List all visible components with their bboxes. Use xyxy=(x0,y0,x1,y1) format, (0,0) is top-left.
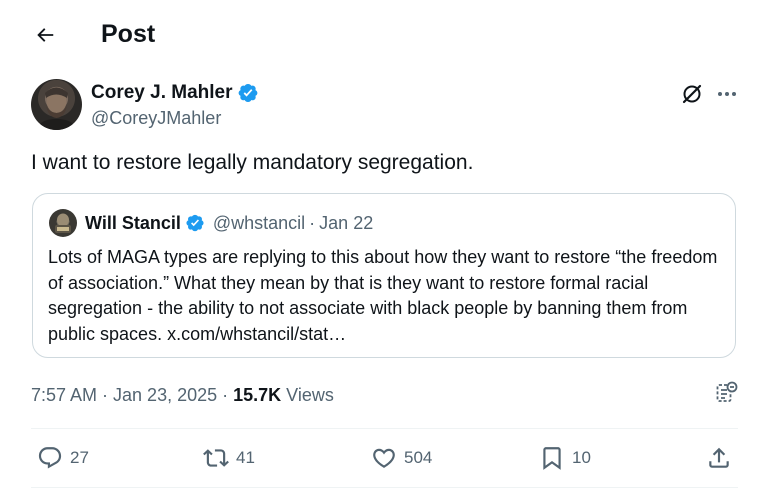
views-label: Views xyxy=(281,385,334,405)
arrow-left-icon xyxy=(37,28,54,42)
quoted-avatar[interactable] xyxy=(49,209,77,237)
quoted-author-handle: @whstancil xyxy=(212,213,306,233)
quoted-post-text: Lots of MAGA types are replying to this … xyxy=(48,247,718,344)
repost-button[interactable]: 41 xyxy=(203,445,255,471)
verified-badge-icon xyxy=(186,214,204,232)
verified-badge-icon xyxy=(238,84,257,102)
author-handle[interactable]: @CoreyJMahler xyxy=(91,106,221,130)
share-button[interactable] xyxy=(706,445,732,471)
reply-count: 27 xyxy=(70,448,89,467)
quoted-separator: · xyxy=(309,213,316,233)
quoted-date: Jan 22 xyxy=(319,213,374,233)
like-button[interactable]: 504 xyxy=(371,445,432,471)
page-title: Post xyxy=(101,20,156,48)
timestamp[interactable]: 7:57 AM · Jan 23, 2025 · xyxy=(31,385,233,405)
post-meta: 7:57 AM · Jan 23, 2025 · 15.7K Views xyxy=(31,383,334,407)
bookmark-button[interactable]: 10 xyxy=(539,445,591,471)
avatar[interactable] xyxy=(31,79,82,130)
heart-icon xyxy=(373,448,395,468)
quoted-post-card[interactable]: Will Stancil @whstancil · Jan 22 Lots of… xyxy=(32,193,736,358)
quoted-author-name[interactable]: Will Stancil xyxy=(85,211,181,235)
author-name[interactable]: Corey J. Mahler xyxy=(91,81,233,105)
repost-icon xyxy=(203,449,229,467)
share-icon xyxy=(709,447,729,468)
analytics-icon[interactable] xyxy=(714,381,738,405)
bookmark-icon xyxy=(543,447,561,470)
reply-icon xyxy=(38,447,62,469)
like-count: 504 xyxy=(404,448,433,467)
action-bar: 27 41 504 10 xyxy=(31,445,738,473)
reply-button[interactable]: 27 xyxy=(37,445,89,471)
author-name-row[interactable]: Corey J. Mahler xyxy=(91,81,259,105)
more-options-icon[interactable] xyxy=(715,82,739,106)
bookmark-count: 10 xyxy=(572,448,591,467)
post-text: I want to restore legally mandatory segr… xyxy=(31,151,474,174)
views-count: 15.7K xyxy=(233,385,282,405)
repost-count: 41 xyxy=(236,448,255,467)
divider xyxy=(31,428,738,429)
quoted-header: Will Stancil @whstancil · Jan 22 xyxy=(85,211,373,235)
back-button[interactable] xyxy=(28,18,62,52)
divider xyxy=(31,487,738,488)
grok-icon[interactable] xyxy=(680,82,704,106)
